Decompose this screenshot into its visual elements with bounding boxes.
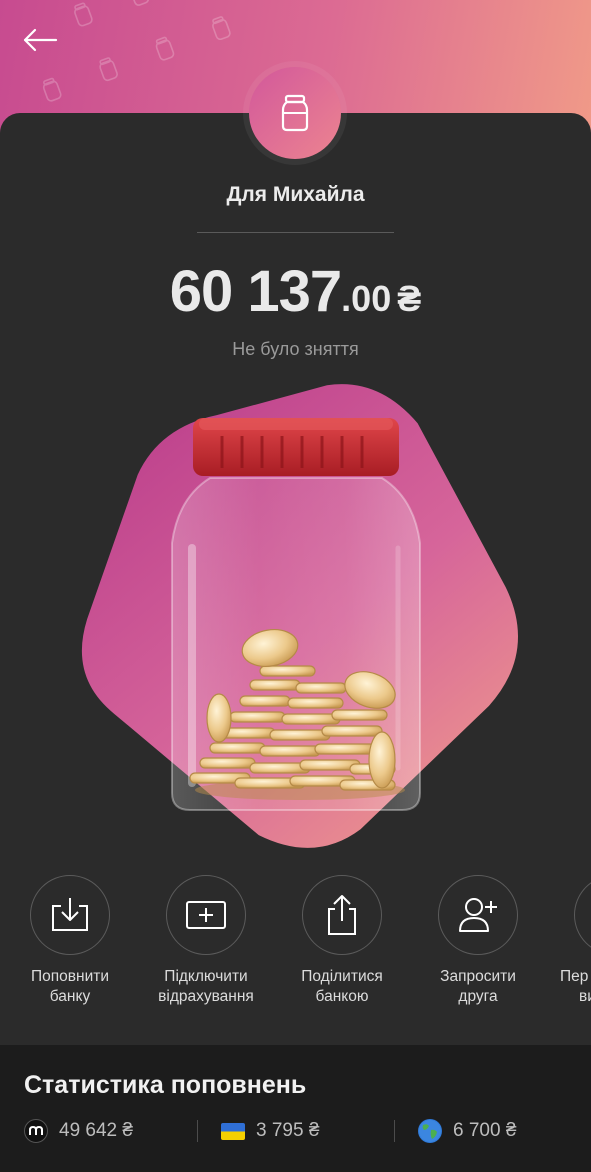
jar-icon <box>281 94 309 132</box>
jar-balance: 60 137.00 ₴ <box>0 258 591 325</box>
stat-separator <box>197 1120 198 1142</box>
jar-lid <box>193 418 399 476</box>
share-jar-circle <box>302 875 382 955</box>
more-action-button[interactable]: Пер ви <box>549 875 591 1007</box>
stat-international: 6 700 ₴ <box>418 1118 516 1144</box>
stat-ukraine: 3 795 ₴ <box>221 1118 319 1144</box>
more-action-circle <box>574 875 591 955</box>
stat-monobank: 49 642 ₴ <box>24 1118 133 1144</box>
jar-badge <box>249 67 341 159</box>
jar-actions: Поповнити банку Підключити відрахування … <box>0 875 591 1025</box>
top-up-jar-button[interactable]: Поповнити банку <box>5 875 135 1007</box>
top-up-jar-circle <box>30 875 110 955</box>
arrow-left-icon <box>23 28 58 52</box>
invite-friend-label: Запросити друга <box>440 968 516 1005</box>
balance-currency: ₴ <box>397 278 422 319</box>
share-icon <box>328 895 356 935</box>
stat-ukraine-value: 3 795 ₴ <box>256 1120 320 1141</box>
jar-illustration <box>81 384 518 848</box>
top-up-statistics: Статистика поповнень 49 642 ₴ 3 795 ₴ 6 … <box>0 1045 591 1172</box>
monobank-icon <box>24 1119 48 1143</box>
share-jar-button[interactable]: Поділитися банкою <box>277 875 407 1007</box>
invite-friend-circle <box>438 875 518 955</box>
stat-international-value: 6 700 ₴ <box>453 1120 517 1141</box>
globe-icon <box>418 1119 442 1143</box>
back-button[interactable] <box>14 18 66 62</box>
balance-integer: 60 137 <box>169 259 342 324</box>
statistics-title: Статистика поповнень <box>24 1071 307 1099</box>
share-jar-label: Поділитися банкою <box>301 968 383 1005</box>
stat-monobank-value: 49 642 ₴ <box>59 1120 133 1141</box>
top-up-jar-label: Поповнити банку <box>31 968 109 1005</box>
card-plus-icon <box>186 901 226 929</box>
invite-friend-button[interactable]: Запросити друга <box>413 875 543 1007</box>
connect-deductions-circle <box>166 875 246 955</box>
download-tray-icon <box>52 898 88 931</box>
more-action-label: Пер ви <box>560 968 591 1005</box>
withdrawal-status: Не було зняття <box>232 339 359 359</box>
connect-deductions-button[interactable]: Підключити відрахування <box>141 875 271 1007</box>
add-user-icon <box>459 898 497 932</box>
stat-separator <box>394 1120 395 1142</box>
connect-deductions-label: Підключити відрахування <box>158 968 254 1005</box>
balance-decimal: .00 <box>341 278 392 319</box>
ukraine-flag-icon <box>221 1122 245 1140</box>
title-divider <box>197 232 394 233</box>
jar-title: Для Михайла <box>226 183 365 206</box>
